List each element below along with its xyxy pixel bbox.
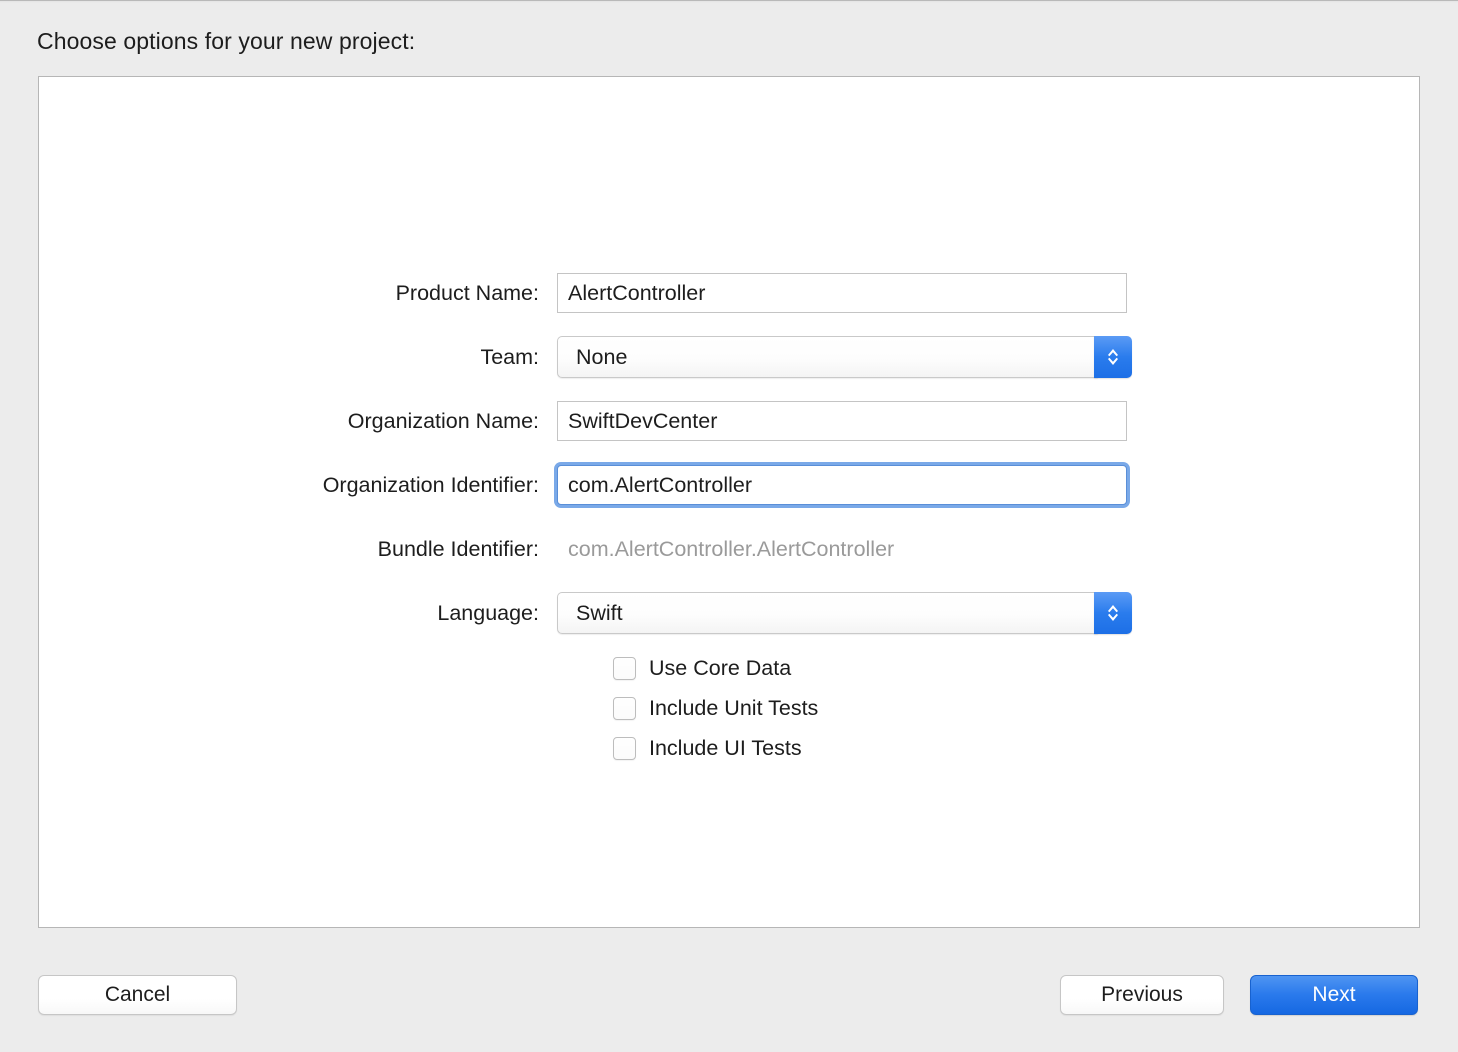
chevron-up-down-icon[interactable] [1094,336,1132,378]
language-popup-face [557,592,1098,634]
organization-name-input[interactable] [557,401,1127,441]
label-product-name: Product Name: [395,280,539,305]
form-row-language: Language: Swift [39,592,1419,634]
checkbox-label-include-unit-tests: Include Unit Tests [649,695,819,720]
form-row-bundle-identifier: Bundle Identifier: com.AlertController.A… [39,529,1419,569]
dialog-title: Choose options for your new project: [37,28,416,54]
checkbox-label-include-ui-tests: Include UI Tests [649,735,802,760]
form-row-organization-name: Organization Name: [39,401,1419,441]
chevron-up-down-icon[interactable] [1094,592,1132,634]
next-button[interactable]: Next [1250,975,1418,1015]
label-organization-name: Organization Name: [347,408,539,433]
language-popup-value: Swift [576,600,623,625]
label-bundle-identifier: Bundle Identifier: [377,536,539,561]
project-options-form: Product Name: Team: None Organization Na… [39,273,1419,771]
language-popup-button[interactable]: Swift [557,592,1132,634]
checkbox-include-unit-tests[interactable] [613,696,636,720]
checkbox-row-include-ui-tests[interactable]: Include UI Tests [39,731,1419,765]
team-popup-face [557,336,1098,378]
form-row-organization-identifier: Organization Identifier: [39,465,1419,505]
options-panel: Product Name: Team: None Organization Na… [38,76,1420,928]
cancel-button[interactable]: Cancel [38,975,237,1015]
organization-identifier-input[interactable] [557,465,1127,505]
previous-button[interactable]: Previous [1060,975,1224,1015]
window-top-edge [0,0,1458,3]
checkbox-use-core-data[interactable] [613,656,636,680]
checkbox-row-use-core-data[interactable]: Use Core Data [39,651,1419,685]
product-name-input[interactable] [557,273,1127,313]
team-popup-button[interactable]: None [557,336,1132,378]
form-row-product-name: Product Name: [39,273,1419,313]
label-language: Language: [437,600,539,625]
form-row-team: Team: None [39,336,1419,378]
checkbox-include-ui-tests[interactable] [613,736,636,760]
checkbox-label-use-core-data: Use Core Data [649,655,792,680]
checkbox-row-include-unit-tests[interactable]: Include Unit Tests [39,691,1419,725]
team-popup-value: None [576,344,628,369]
label-team: Team: [480,344,539,369]
bundle-identifier-value: com.AlertController.AlertController [568,536,895,561]
label-organization-identifier: Organization Identifier: [322,472,539,497]
